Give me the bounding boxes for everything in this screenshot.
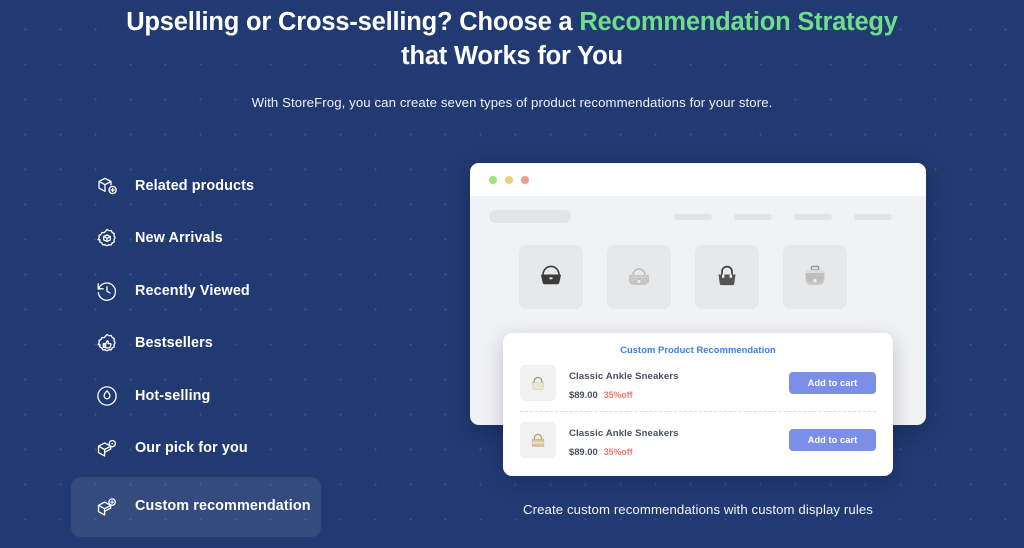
skeleton-nav-bar bbox=[794, 213, 832, 220]
price-line: $89.00 35%off bbox=[569, 389, 776, 400]
strategy-item-label: New Arrivals bbox=[135, 230, 223, 247]
strategy-item-hot-selling[interactable]: Hot-selling bbox=[71, 370, 321, 423]
product-price: $89.00 bbox=[569, 445, 598, 457]
tote-bag-cream-icon bbox=[520, 365, 556, 401]
strategy-item-bestsellers[interactable]: Bestsellers bbox=[71, 318, 321, 371]
add-to-cart-button[interactable]: Add to cart bbox=[789, 428, 876, 451]
product-tile[interactable] bbox=[695, 245, 759, 309]
product-price: $89.00 bbox=[569, 389, 598, 400]
add-to-cart-button[interactable]: Add to cart bbox=[789, 372, 876, 394]
strategy-item-label: Custom recommendation bbox=[135, 498, 311, 515]
page-subtitle: With StoreFrog, you can create seven typ… bbox=[251, 95, 773, 111]
product-tile[interactable] bbox=[783, 245, 847, 309]
headline-text-tail: that Works for You bbox=[401, 41, 623, 70]
strategy-item-label: Related products bbox=[135, 177, 255, 194]
box-badge-icon bbox=[95, 227, 119, 251]
window-dot-green[interactable] bbox=[489, 175, 497, 184]
page-header: Upselling or Cross-selling? Choose a Rec… bbox=[0, 0, 1024, 110]
product-discount: 35%off bbox=[603, 446, 633, 457]
recommendation-info: Classic Ankle Sneakers $89.00 35%off bbox=[569, 366, 776, 400]
skeleton-nav-group bbox=[674, 213, 908, 220]
tote-bag-icon bbox=[707, 255, 747, 300]
skeleton-nav-bar bbox=[854, 213, 892, 220]
product-name: Classic Ankle Sneakers bbox=[569, 427, 679, 439]
satchel-bag-icon bbox=[795, 255, 835, 300]
strategy-item-custom-recommendation[interactable]: Custom recommendation bbox=[71, 477, 321, 537]
browser-title-bar bbox=[470, 163, 926, 196]
recommendation-panel: Custom Product Recommendation Classic An… bbox=[503, 333, 893, 476]
handbag-tan-icon bbox=[520, 421, 556, 458]
strategy-item-related-products[interactable]: Related products bbox=[71, 160, 321, 213]
skeleton-header-row bbox=[470, 196, 926, 223]
strategy-list: Related products New Arrivals Recently V… bbox=[71, 160, 321, 537]
strategy-item-label: Bestsellers bbox=[135, 335, 213, 352]
hobo-bag-icon bbox=[531, 255, 571, 300]
headline-text-lead: Upselling or Cross-selling? Choose a bbox=[126, 8, 580, 36]
quilted-bag-icon bbox=[619, 255, 659, 300]
product-tile-grid bbox=[470, 223, 926, 309]
headline-accent: Recommendation Strategy bbox=[579, 8, 898, 36]
recommendation-panel-title: Custom Product Recommendation bbox=[620, 344, 776, 355]
recommendation-row: Classic Ankle Sneakers $89.00 35%off Add … bbox=[520, 355, 876, 411]
price-line: $89.00 35%off bbox=[569, 446, 776, 457]
page-title: Upselling or Cross-selling? Choose a Rec… bbox=[0, 6, 1024, 73]
product-name: Classic Ankle Sneakers bbox=[569, 371, 679, 382]
mockup-caption: Create custom recommendations with custo… bbox=[523, 502, 873, 517]
product-tile[interactable] bbox=[607, 245, 671, 309]
box-gear-icon bbox=[95, 495, 119, 519]
window-dot-yellow[interactable] bbox=[505, 175, 513, 184]
clock-rewind-icon bbox=[95, 279, 119, 303]
skeleton-nav-bar bbox=[674, 213, 712, 220]
skeleton-logo-bar bbox=[489, 210, 571, 223]
strategy-item-label: Hot-selling bbox=[135, 387, 211, 404]
box-plus-icon bbox=[95, 174, 119, 198]
flame-badge-icon bbox=[95, 384, 119, 408]
strategy-item-recently-viewed[interactable]: Recently Viewed bbox=[71, 265, 321, 318]
skeleton-nav-bar bbox=[734, 213, 772, 220]
box-star-icon bbox=[95, 437, 119, 461]
product-tile[interactable] bbox=[519, 245, 583, 309]
strategy-item-label: Recently Viewed bbox=[135, 282, 250, 299]
strategy-item-label: Our pick for you bbox=[135, 440, 248, 457]
strategy-item-new-arrivals[interactable]: New Arrivals bbox=[71, 213, 321, 266]
recommendation-info: Classic Ankle Sneakers $89.00 35%off bbox=[569, 423, 776, 457]
window-dot-red[interactable] bbox=[521, 175, 529, 184]
product-discount: 35%off bbox=[603, 390, 633, 400]
recommendation-row: Classic Ankle Sneakers $89.00 35%off Add … bbox=[520, 411, 876, 467]
strategy-item-our-pick-for-you[interactable]: Our pick for you bbox=[71, 423, 321, 476]
thumbs-up-badge-icon bbox=[95, 332, 119, 356]
